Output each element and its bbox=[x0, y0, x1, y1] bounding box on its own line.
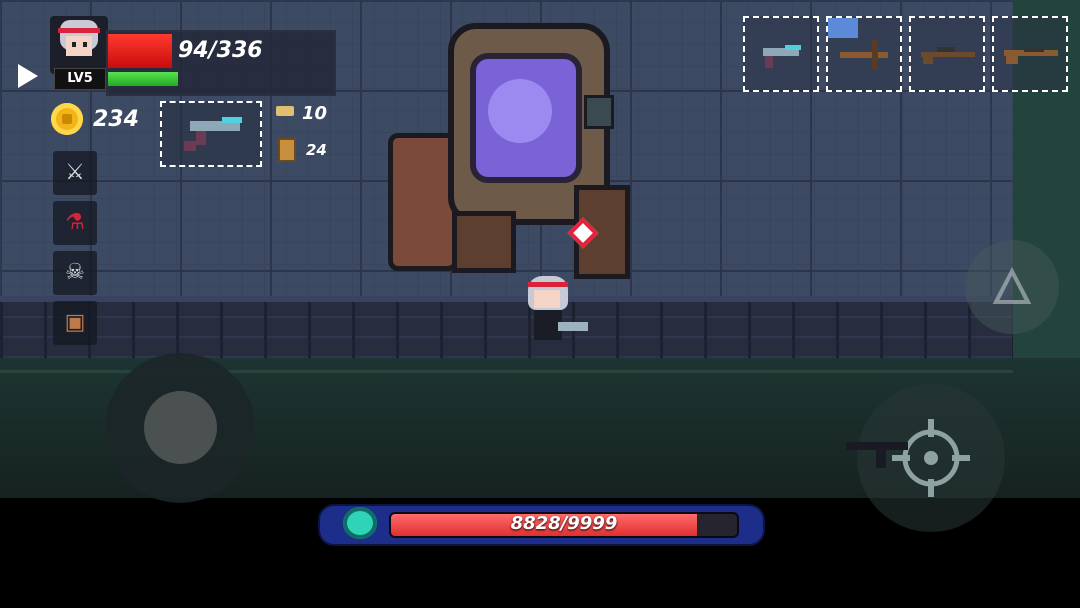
weapon-slot-1[interactable] bbox=[743, 16, 819, 92]
boss-sensor bbox=[584, 95, 614, 129]
shotgun-icon bbox=[1004, 48, 1058, 64]
player-character bbox=[524, 276, 588, 348]
weapon-slot-4[interactable] bbox=[992, 16, 1068, 92]
red-potion-icon: ⚗ bbox=[65, 210, 85, 235]
magazine-ammo-icon bbox=[278, 138, 296, 162]
hero-blaster bbox=[558, 322, 588, 331]
item-slot-1[interactable]: ⚔ bbox=[53, 151, 97, 195]
ledge-edge bbox=[0, 296, 1013, 302]
treasure-chest-icon: ▣ bbox=[64, 310, 86, 335]
boss-skull-icon bbox=[343, 507, 377, 539]
blaster-icon bbox=[184, 117, 242, 151]
brick-ledge bbox=[0, 296, 1013, 358]
joystick-knob[interactable] bbox=[144, 391, 217, 464]
item-slot-4[interactable]: ▣ bbox=[53, 301, 97, 345]
weapon-slot-2[interactable] bbox=[826, 16, 902, 92]
weapon-slot-3[interactable] bbox=[909, 16, 985, 92]
player-avatar[interactable] bbox=[50, 16, 108, 74]
blaster-icon bbox=[763, 45, 801, 68]
hp-bar-fill bbox=[108, 34, 172, 68]
item-slot-2[interactable]: ⚗ bbox=[53, 201, 97, 245]
menu-toggle-icon[interactable] bbox=[18, 64, 38, 88]
boss-hp-value: 8828/9999 bbox=[510, 513, 618, 534]
hero-headband bbox=[528, 282, 568, 287]
hp-value: 94/336 bbox=[178, 38, 263, 63]
current-weapon-slot[interactable] bbox=[160, 101, 262, 167]
skull-icon: ☠ bbox=[65, 260, 85, 285]
flame-icon: 🜂 bbox=[990, 258, 1034, 316]
boss-left-leg bbox=[452, 211, 516, 273]
xp-bar-fill bbox=[108, 72, 178, 86]
hero-face bbox=[534, 290, 560, 308]
sniper-rifle-icon bbox=[921, 47, 975, 64]
boss-mech bbox=[388, 15, 633, 279]
coin-icon bbox=[51, 103, 83, 135]
secondary-ammo-count: 24 bbox=[306, 141, 327, 159]
crossbow-icon bbox=[828, 18, 888, 70]
dropped-weapon-icon[interactable] bbox=[846, 440, 916, 470]
bullet-ammo-icon bbox=[276, 106, 294, 116]
coin-count: 234 bbox=[93, 107, 139, 132]
level-badge: LV5 bbox=[54, 68, 106, 90]
knight-portrait-icon bbox=[58, 20, 100, 72]
crossed-swords-icon: ⚔ bbox=[65, 160, 85, 185]
primary-ammo-count: 10 bbox=[302, 103, 328, 124]
boss-alien-face bbox=[488, 79, 552, 143]
item-slot-3[interactable]: ☠ bbox=[53, 251, 97, 295]
